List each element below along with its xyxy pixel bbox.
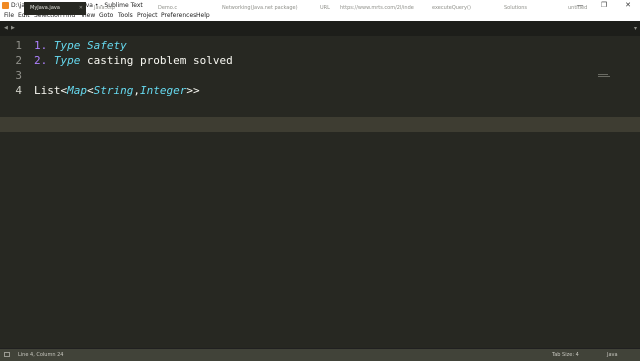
keyword: Type (53, 54, 81, 67)
tab-bar (0, 21, 640, 36)
plain-text: List< (34, 84, 68, 97)
keyword: Safety (80, 39, 127, 52)
tab-mrts-url[interactable]: https://www.mrts.com/2l/inde (334, 2, 424, 15)
line-number: 3 (15, 69, 22, 82)
code-line-1[interactable]: 1. Type Safety (34, 38, 127, 53)
tab-label: Solutions (504, 5, 527, 11)
panel-toggle-icon[interactable] (4, 352, 10, 357)
tab-solutions[interactable]: Solutions (498, 2, 560, 15)
tab-untitled[interactable]: untitled (562, 2, 624, 15)
tab-networking[interactable]: Networking(Java.net package) (216, 2, 312, 15)
syntax-indicator[interactable]: Java (607, 349, 618, 361)
menu-file[interactable]: File (4, 11, 14, 21)
line-number: 1 (15, 39, 22, 52)
cursor-position: Line 4, Column 24 (18, 352, 64, 358)
tab-label: Demo.c (158, 5, 178, 11)
tab-demo-c[interactable]: Demo.c (152, 2, 214, 15)
tab-java-xsp[interactable]: Java.xsp (88, 2, 150, 15)
plain-text: , (133, 84, 140, 97)
tab-label: Networking(Java.net package) (222, 5, 298, 11)
tab-myjava[interactable]: MyJava.java ✕ (24, 2, 86, 15)
tab-url[interactable]: URL (314, 2, 334, 15)
line-number: 2 (15, 54, 22, 67)
keyword: Type (53, 39, 81, 52)
status-bar: Line 4, Column 24 Tab Size: 4 Java (0, 348, 640, 361)
tab-label: https://www.mrts.com/2l/inde (340, 5, 414, 11)
sublime-app-icon (2, 2, 9, 9)
tab-label: untitled (568, 5, 588, 11)
tab-label: MyJava.java (30, 5, 60, 11)
tab-label: URL (320, 5, 330, 11)
list-number: 2. (34, 54, 48, 67)
code-line-4[interactable]: List<Map<String,Integer>> (34, 83, 200, 98)
line-number: 4 (15, 84, 22, 97)
tab-overflow-icon[interactable]: ▾ (634, 21, 637, 36)
close-tab-icon[interactable]: ✕ (79, 2, 83, 15)
list-number: 1. (34, 39, 48, 52)
type-name: String (93, 84, 134, 97)
code-line-2[interactable]: 2. Type casting problem solved (34, 53, 233, 68)
current-line-highlight (0, 117, 640, 132)
tab-prev-icon[interactable]: ◀ (4, 21, 8, 36)
tab-executequery[interactable]: executeQuery() (426, 2, 496, 15)
tab-next-icon[interactable]: ▶ (11, 21, 15, 36)
plain-text: >> (186, 84, 200, 97)
type-name: Integer (140, 84, 187, 97)
minimap[interactable] (598, 74, 610, 77)
plain-text: casting problem solved (80, 54, 233, 67)
tab-label: executeQuery() (432, 5, 471, 11)
plain-text: < (87, 84, 94, 97)
tab-label: Java.xsp (94, 5, 115, 11)
type-name: Map (67, 84, 87, 97)
tab-size-indicator[interactable]: Tab Size: 4 (552, 349, 579, 361)
editor-area[interactable]: 1 2 3 4 1. Type Safety 2. Type casting p… (0, 36, 640, 348)
